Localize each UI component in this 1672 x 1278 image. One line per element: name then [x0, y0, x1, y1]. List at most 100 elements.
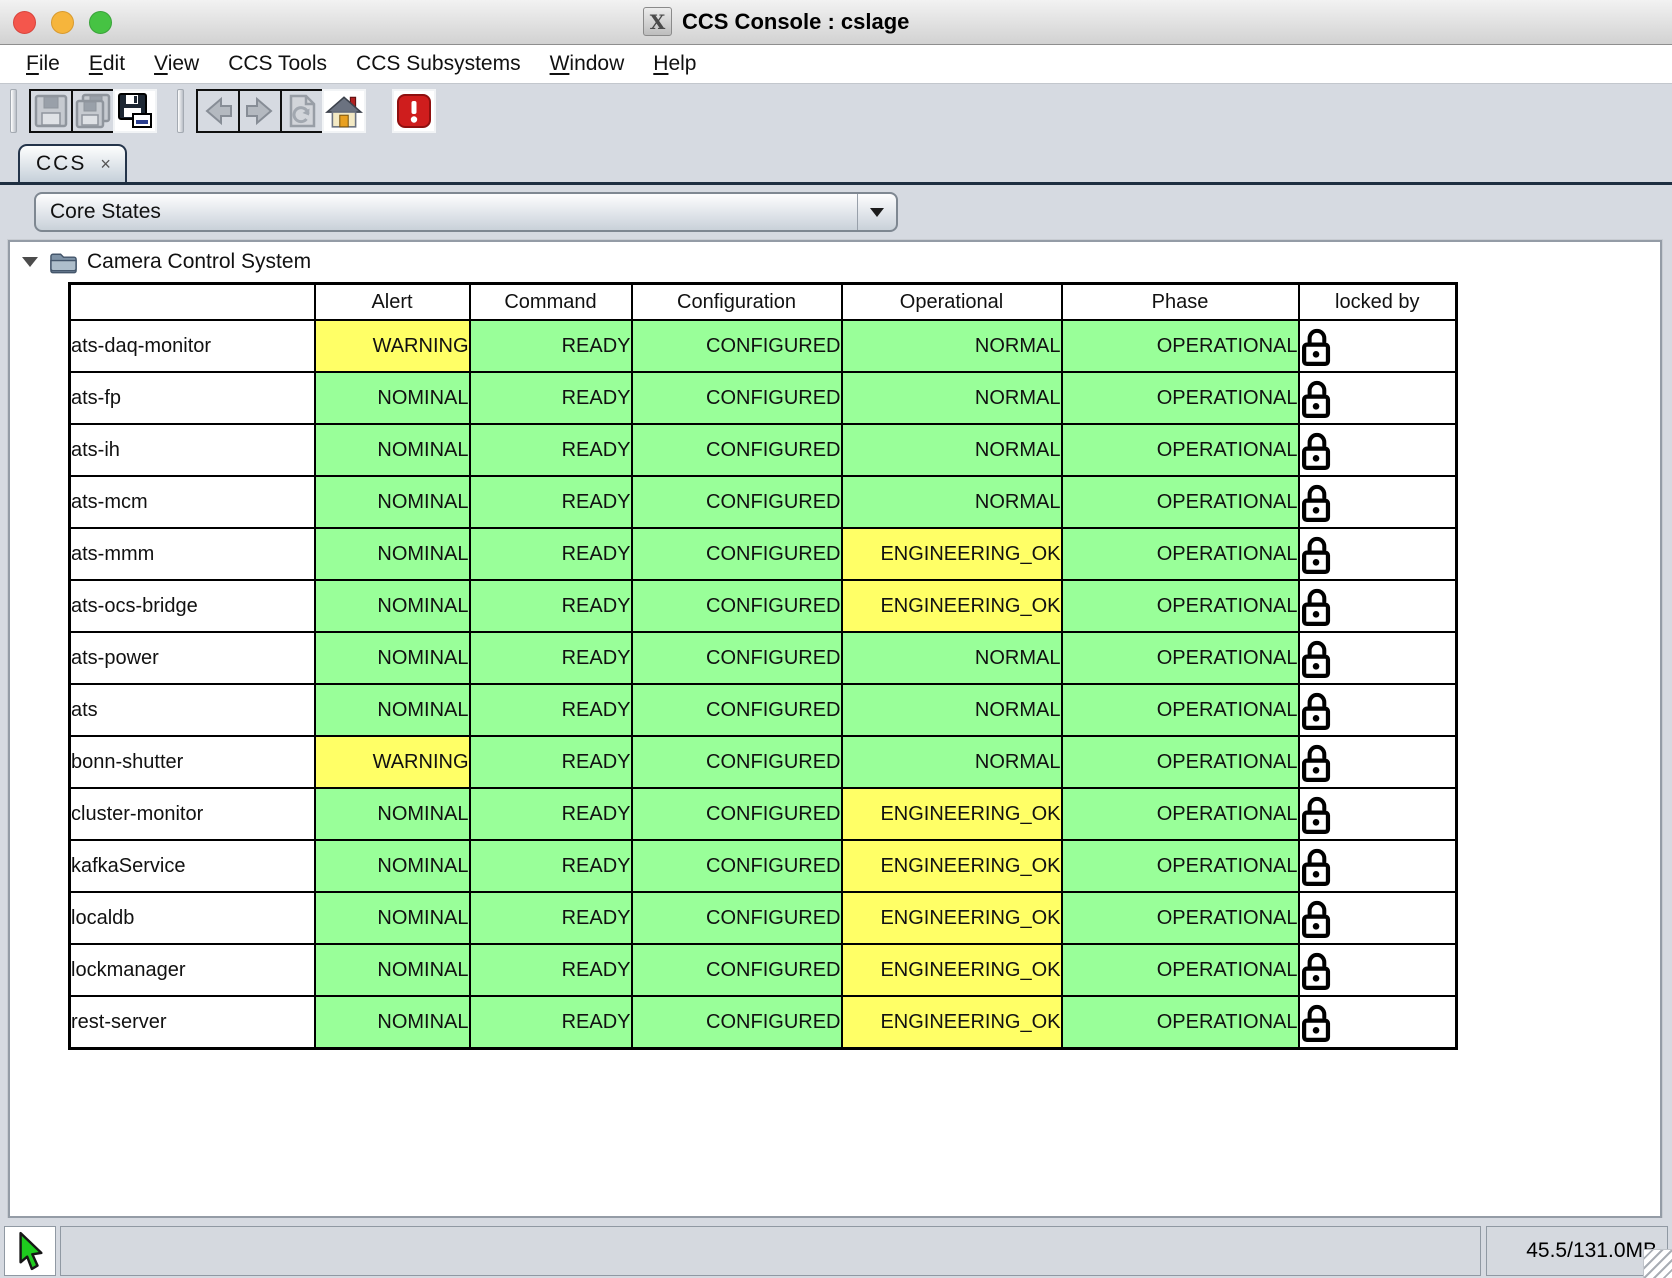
cell-operational[interactable]: NORMAL — [842, 684, 1062, 736]
cell-locked-by[interactable] — [1299, 320, 1457, 372]
cell-subsystem-name[interactable]: localdb — [70, 892, 315, 944]
cell-operational[interactable]: NORMAL — [842, 736, 1062, 788]
cell-alert[interactable]: NOMINAL — [315, 996, 470, 1049]
table-row-ats-mcm[interactable]: ats-mcmNOMINALREADYCONFIGUREDNORMALOPERA… — [70, 476, 1457, 528]
cell-command[interactable]: READY — [470, 632, 632, 684]
cell-phase[interactable]: OPERATIONAL — [1062, 736, 1299, 788]
save-all-button[interactable] — [71, 89, 115, 133]
cell-operational[interactable]: ENGINEERING_OK — [842, 788, 1062, 840]
cell-locked-by[interactable] — [1299, 580, 1457, 632]
forward-button[interactable] — [238, 89, 282, 133]
minimize-window-button[interactable] — [51, 11, 74, 34]
cell-alert[interactable]: NOMINAL — [315, 892, 470, 944]
cell-operational[interactable]: ENGINEERING_OK — [842, 528, 1062, 580]
cell-locked-by[interactable] — [1299, 788, 1457, 840]
cell-configuration[interactable]: CONFIGURED — [632, 528, 842, 580]
view-selector[interactable]: Core States — [34, 192, 898, 232]
cell-subsystem-name[interactable]: ats-ocs-bridge — [70, 580, 315, 632]
menu-ccs-subsystems[interactable]: CCS Subsystems — [346, 49, 531, 79]
cell-operational[interactable]: ENGINEERING_OK — [842, 840, 1062, 892]
cell-locked-by[interactable] — [1299, 944, 1457, 996]
menu-help[interactable]: Help — [643, 49, 706, 79]
cell-subsystem-name[interactable]: cluster-monitor — [70, 788, 315, 840]
window-resize-grip[interactable] — [1643, 1249, 1672, 1278]
table-row-ats-ocs-bridge[interactable]: ats-ocs-bridgeNOMINALREADYCONFIGUREDENGI… — [70, 580, 1457, 632]
table-row-kafkaService[interactable]: kafkaServiceNOMINALREADYCONFIGUREDENGINE… — [70, 840, 1457, 892]
table-row-rest-server[interactable]: rest-serverNOMINALREADYCONFIGUREDENGINEE… — [70, 996, 1457, 1049]
cell-command[interactable]: READY — [470, 788, 632, 840]
cell-alert[interactable]: NOMINAL — [315, 788, 470, 840]
cell-operational[interactable]: NORMAL — [842, 476, 1062, 528]
cell-phase[interactable]: OPERATIONAL — [1062, 944, 1299, 996]
cell-command[interactable]: READY — [470, 320, 632, 372]
cell-locked-by[interactable] — [1299, 632, 1457, 684]
cell-phase[interactable]: OPERATIONAL — [1062, 528, 1299, 580]
cell-configuration[interactable]: CONFIGURED — [632, 996, 842, 1049]
cell-subsystem-name[interactable]: ats — [70, 684, 315, 736]
cell-configuration[interactable]: CONFIGURED — [632, 476, 842, 528]
cell-phase[interactable]: OPERATIONAL — [1062, 632, 1299, 684]
cell-locked-by[interactable] — [1299, 684, 1457, 736]
table-row-ats-daq-monitor[interactable]: ats-daq-monitorWARNINGREADYCONFIGUREDNOR… — [70, 320, 1457, 372]
view-selector-dropdown-button[interactable] — [857, 194, 896, 230]
cell-configuration[interactable]: CONFIGURED — [632, 736, 842, 788]
menu-ccs-tools[interactable]: CCS Tools — [218, 49, 337, 79]
cell-configuration[interactable]: CONFIGURED — [632, 892, 842, 944]
cell-command[interactable]: READY — [470, 944, 632, 996]
cell-subsystem-name[interactable]: kafkaService — [70, 840, 315, 892]
cell-phase[interactable]: OPERATIONAL — [1062, 684, 1299, 736]
cell-subsystem-name[interactable]: lockmanager — [70, 944, 315, 996]
cell-configuration[interactable]: CONFIGURED — [632, 372, 842, 424]
table-row-ats[interactable]: atsNOMINALREADYCONFIGUREDNORMALOPERATION… — [70, 684, 1457, 736]
cell-configuration[interactable]: CONFIGURED — [632, 788, 842, 840]
alert-button[interactable] — [392, 89, 436, 133]
cell-phase[interactable]: OPERATIONAL — [1062, 996, 1299, 1049]
cell-command[interactable]: READY — [470, 372, 632, 424]
cell-subsystem-name[interactable]: ats-power — [70, 632, 315, 684]
cell-phase[interactable]: OPERATIONAL — [1062, 372, 1299, 424]
table-row-ats-mmm[interactable]: ats-mmmNOMINALREADYCONFIGUREDENGINEERING… — [70, 528, 1457, 580]
zoom-window-button[interactable] — [89, 11, 112, 34]
save-button[interactable] — [29, 89, 73, 133]
table-row-localdb[interactable]: localdbNOMINALREADYCONFIGUREDENGINEERING… — [70, 892, 1457, 944]
cell-locked-by[interactable] — [1299, 840, 1457, 892]
tree-expand-caret-icon[interactable] — [22, 257, 38, 267]
table-row-ats-fp[interactable]: ats-fpNOMINALREADYCONFIGUREDNORMALOPERAT… — [70, 372, 1457, 424]
menu-window[interactable]: Window — [540, 49, 635, 79]
table-row-ats-ih[interactable]: ats-ihNOMINALREADYCONFIGUREDNORMALOPERAT… — [70, 424, 1457, 476]
menu-file[interactable]: File — [16, 49, 70, 79]
cell-configuration[interactable]: CONFIGURED — [632, 580, 842, 632]
cell-operational[interactable]: NORMAL — [842, 320, 1062, 372]
home-button[interactable] — [322, 89, 366, 133]
close-window-button[interactable] — [13, 11, 36, 34]
cell-locked-by[interactable] — [1299, 996, 1457, 1049]
cell-command[interactable]: READY — [470, 424, 632, 476]
cell-alert[interactable]: WARNING — [315, 736, 470, 788]
cell-operational[interactable]: ENGINEERING_OK — [842, 892, 1062, 944]
cell-command[interactable]: READY — [470, 840, 632, 892]
save-as-button[interactable] — [113, 89, 157, 133]
cell-operational[interactable]: ENGINEERING_OK — [842, 580, 1062, 632]
cell-configuration[interactable]: CONFIGURED — [632, 944, 842, 996]
cell-operational[interactable]: NORMAL — [842, 372, 1062, 424]
refresh-page-button[interactable] — [280, 89, 324, 133]
cell-operational[interactable]: NORMAL — [842, 424, 1062, 476]
table-row-ats-power[interactable]: ats-powerNOMINALREADYCONFIGUREDNORMALOPE… — [70, 632, 1457, 684]
cell-alert[interactable]: NOMINAL — [315, 528, 470, 580]
cell-command[interactable]: READY — [470, 996, 632, 1049]
menu-edit[interactable]: Edit — [79, 49, 135, 79]
cell-subsystem-name[interactable]: bonn-shutter — [70, 736, 315, 788]
back-button[interactable] — [196, 89, 240, 133]
cell-operational[interactable]: ENGINEERING_OK — [842, 996, 1062, 1049]
cell-command[interactable]: READY — [470, 892, 632, 944]
cell-alert[interactable]: NOMINAL — [315, 632, 470, 684]
cell-phase[interactable]: OPERATIONAL — [1062, 788, 1299, 840]
cell-command[interactable]: READY — [470, 528, 632, 580]
tab-close-icon[interactable]: × — [100, 155, 111, 173]
cell-subsystem-name[interactable]: rest-server — [70, 996, 315, 1049]
cell-subsystem-name[interactable]: ats-mmm — [70, 528, 315, 580]
cell-alert[interactable]: WARNING — [315, 320, 470, 372]
cell-locked-by[interactable] — [1299, 424, 1457, 476]
cell-locked-by[interactable] — [1299, 892, 1457, 944]
toolbar-drag-handle[interactable] — [177, 89, 184, 133]
